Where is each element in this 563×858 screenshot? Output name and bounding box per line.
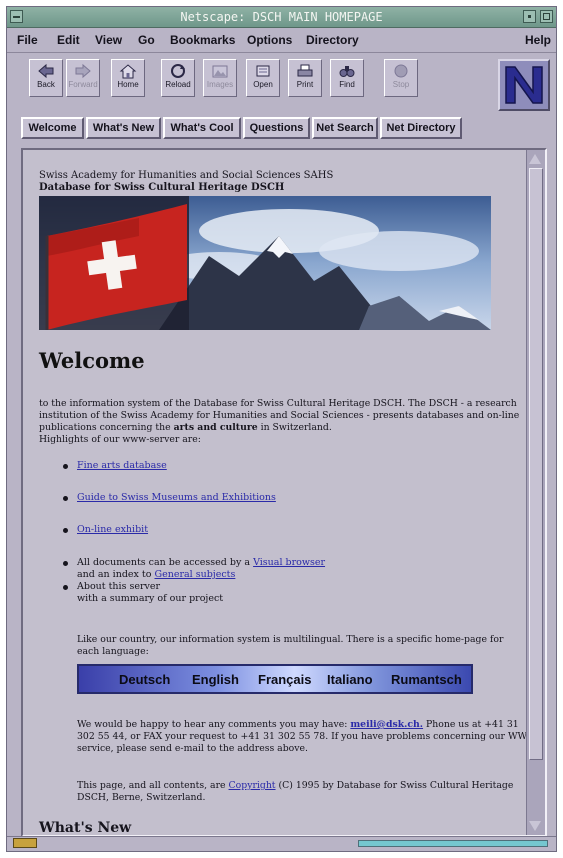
language-bar: Deutsch English Français Italiano Rumant… (77, 664, 473, 694)
netscape-logo[interactable] (498, 59, 550, 111)
images-button[interactable]: Images (203, 59, 237, 97)
page-viewport: Swiss Academy for Humanities and Social … (21, 148, 547, 837)
welcome-button[interactable]: Welcome (21, 117, 84, 139)
fine-arts-link[interactable]: Fine arts database (77, 460, 167, 471)
intro-text-end: in Switzerland. (260, 422, 332, 433)
menu-view[interactable]: View (95, 33, 122, 47)
comments-text: We would be happy to hear any comments y… (77, 719, 348, 730)
list-item: Guide to Swiss Museums and Exhibitions (61, 492, 497, 504)
list-item: On-line exhibit (61, 524, 497, 536)
menu-file[interactable]: File (17, 33, 38, 47)
forward-arrow-icon (75, 63, 91, 79)
netscape-n-logo-icon (505, 66, 543, 104)
multilingual-text: Like our country, our information system… (77, 634, 504, 657)
comments-paragraph: We would be happy to hear any comments y… (77, 719, 537, 755)
copyright-paragraph: This page, and all contents, are Copyrig… (77, 780, 537, 804)
minimize-button[interactable] (523, 10, 536, 23)
documents-text: All documents can be accessed by a (77, 557, 251, 568)
visual-browser-link[interactable]: Visual browser (253, 557, 325, 568)
home-label: Home (117, 80, 139, 89)
print-button[interactable]: Print (288, 59, 322, 97)
printer-icon (297, 64, 313, 77)
index-text: and an index to (77, 569, 152, 580)
list-item: About this server with a summary of our p… (61, 581, 497, 605)
general-subjects-link[interactable]: General subjects (155, 569, 236, 580)
binoculars-icon (339, 66, 355, 77)
back-button[interactable]: Back (29, 59, 63, 97)
whats-cool-button[interactable]: What's Cool (163, 117, 241, 139)
find-label: Find (339, 80, 355, 89)
reload-button[interactable]: Reload (161, 59, 195, 97)
list-item: Fine arts database (61, 460, 497, 472)
open-label: Open (253, 80, 273, 89)
menu-options[interactable]: Options (247, 33, 292, 47)
images-label: Images (206, 80, 234, 89)
language-english-link[interactable]: English (192, 672, 239, 687)
reload-label: Reload (165, 80, 191, 89)
scroll-down-icon[interactable] (529, 821, 541, 831)
copyright-link[interactable]: Copyright (229, 780, 276, 791)
print-label: Print (296, 80, 314, 89)
intro-paragraph: to the information system of the Databas… (39, 398, 529, 446)
org-name: Swiss Academy for Humanities and Social … (39, 170, 334, 181)
net-search-button[interactable]: Net Search (312, 117, 378, 139)
document: Swiss Academy for Humanities and Social … (23, 150, 537, 836)
window-title: Netscape: DSCH MAIN HOMEPAGE (180, 10, 383, 24)
banner-image (39, 196, 491, 330)
highlights-text: Highlights of our www-server are: (39, 434, 201, 445)
language-deutsch-link[interactable]: Deutsch (119, 672, 170, 687)
copyright-text: This page, and all contents, are (77, 780, 226, 791)
vertical-scrollbar[interactable] (526, 150, 545, 835)
menu-bookmarks[interactable]: Bookmarks (170, 33, 235, 47)
scroll-up-icon[interactable] (529, 154, 541, 164)
back-label: Back (37, 80, 55, 89)
directory-bar: Welcome What's New What's Cool Questions… (7, 117, 487, 141)
page-title: Welcome (39, 348, 145, 373)
about-server-text: About this server (77, 581, 161, 592)
home-icon (119, 64, 137, 79)
questions-button[interactable]: Questions (243, 117, 310, 139)
home-button[interactable]: Home (111, 59, 145, 97)
toolbar: Back Forward Home Reload Images Open Pri… (7, 53, 487, 105)
forward-button[interactable]: Forward (66, 59, 100, 97)
language-italiano-link[interactable]: Italiano (327, 672, 373, 687)
open-icon (256, 65, 270, 77)
language-francais-link[interactable]: Français (258, 672, 311, 687)
maximize-button[interactable] (540, 10, 553, 23)
stop-icon (394, 64, 408, 78)
browser-window: Netscape: DSCH MAIN HOMEPAGE File Edit V… (6, 6, 557, 852)
menu-edit[interactable]: Edit (57, 33, 80, 47)
security-key-icon[interactable] (13, 838, 37, 848)
menu-go[interactable]: Go (138, 33, 155, 47)
images-icon (212, 65, 228, 78)
back-arrow-icon (38, 63, 54, 79)
reload-icon (171, 64, 185, 78)
language-rumantsch-link[interactable]: Rumantsch (391, 672, 462, 687)
menu-bar: File Edit View Go Bookmarks Options Dire… (7, 28, 556, 53)
whats-new-button[interactable]: What's New (86, 117, 161, 139)
email-link[interactable]: meili@dsk.ch. (350, 719, 423, 730)
project-summary-text: with a summary of our project (77, 593, 224, 604)
progress-bar (358, 840, 548, 847)
open-button[interactable]: Open (246, 59, 280, 97)
online-exhibit-link[interactable]: On-line exhibit (77, 524, 148, 535)
arts-and-culture-text: arts and culture (173, 422, 258, 433)
whats-new-heading: What's New (39, 820, 132, 836)
scroll-thumb[interactable] (529, 168, 543, 760)
menu-help[interactable]: Help (525, 33, 551, 47)
menu-directory[interactable]: Directory (306, 33, 359, 47)
museums-guide-link[interactable]: Guide to Swiss Museums and Exhibitions (77, 492, 276, 503)
forward-label: Forward (68, 80, 98, 89)
net-directory-button[interactable]: Net Directory (380, 117, 462, 139)
list-item: All documents can be accessed by a Visua… (61, 557, 497, 581)
stop-button[interactable]: Stop (384, 59, 418, 97)
status-bar (7, 836, 556, 851)
title-bar: Netscape: DSCH MAIN HOMEPAGE (7, 7, 556, 28)
stop-label: Stop (392, 80, 410, 89)
find-button[interactable]: Find (330, 59, 364, 97)
database-name: Database for Swiss Cultural Heritage DSC… (39, 182, 285, 193)
